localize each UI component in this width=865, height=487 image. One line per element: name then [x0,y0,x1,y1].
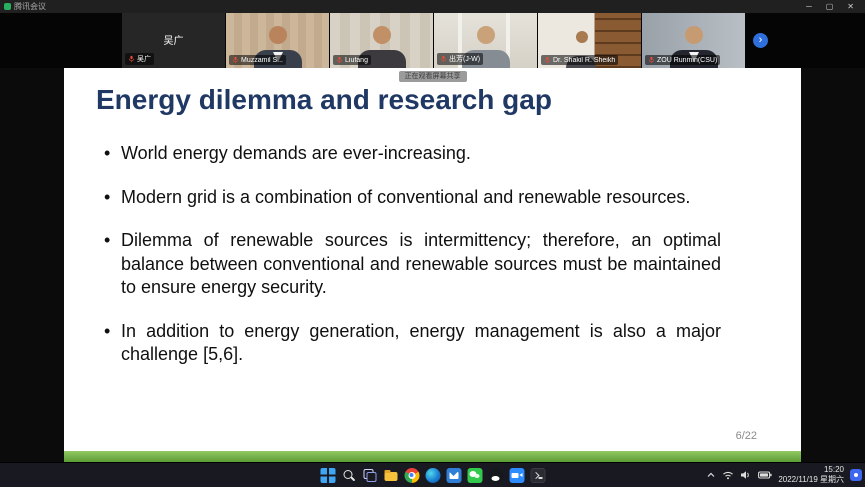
battery-icon[interactable] [758,470,772,480]
wechat-icon[interactable] [467,468,482,483]
participant-tile-2[interactable]: Muzzamil S... [226,13,329,68]
silhouette-head [477,26,495,44]
participant-name: Dr. Shakil R. Sheikh [553,57,615,64]
tray-expand-chevron-icon[interactable] [706,470,716,480]
search-icon[interactable] [341,468,356,483]
participant-name-label: 吴广 [125,53,154,65]
participant-name-label: ZOU Runmin(CSU) [645,55,720,65]
tencent-meeting-icon[interactable] [509,468,524,483]
participant-name: 吴广 [137,54,151,64]
minimize-button[interactable]: ─ [799,0,819,13]
bullet-item-4: In addition to energy generation, energy… [104,320,721,367]
maximize-button[interactable]: ▢ [819,0,841,13]
bullet-item-1: World energy demands are ever-increasing… [104,142,721,166]
tray-time: 15:20 [778,465,844,475]
participant-tile-4[interactable]: 出芳(J-W) [434,13,537,68]
meeting-app-window: 腾讯会议 ─ ▢ ✕ 吴广 吴广 Muzzamil S... [0,0,865,487]
slide-title: Energy dilemma and research gap [96,84,552,116]
participant-tile-5[interactable]: Dr. Shakil R. Sheikh [538,13,641,68]
mic-muted-icon [232,56,239,64]
slide-page-number: 6/22 [736,430,757,442]
mic-muted-icon [648,56,655,64]
terminal-icon[interactable] [530,468,545,483]
notification-badge[interactable] [850,469,862,481]
meeting-app-icon [4,3,11,10]
window-titlebar: 腾讯会议 ─ ▢ ✕ [0,0,865,13]
wifi-icon[interactable] [722,470,734,480]
share-banner[interactable]: 正在观看屏幕共享 [399,71,467,82]
participant-tile-6[interactable]: ZOU Runmin(CSU) [642,13,745,68]
file-explorer-icon[interactable] [383,468,398,483]
chrome-icon[interactable] [404,468,419,483]
silhouette-head [685,26,703,44]
window-controls: ─ ▢ ✕ [799,0,861,13]
start-icon[interactable] [320,468,335,483]
mic-muted-icon [544,56,551,64]
participant-name-label: Liufang [333,55,371,65]
slide-footer-bar [64,451,801,462]
presentation-slide: 正在观看屏幕共享 Energy dilemma and research gap… [64,68,801,462]
participant-name-label: 出芳(J-W) [437,53,483,65]
participant-name: ZOU Runmin(CSU) [657,57,717,64]
taskbar: 15:20 2022/11/19 星期六 [0,462,865,487]
shared-screen-area: 正在观看屏幕共享 Energy dilemma and research gap… [0,68,865,462]
titlebar-left: 腾讯会议 [4,1,46,12]
silhouette-head [576,31,588,43]
mic-muted-icon [128,55,135,63]
participant-tile-3[interactable]: Liufang [330,13,433,68]
participant-video-strip: 吴广 吴广 Muzzamil S... Liufang [0,13,865,68]
next-participants-button[interactable]: › [753,33,768,48]
participant-tile-1[interactable]: 吴广 吴广 [122,13,225,68]
taskbar-clock[interactable]: 15:20 2022/11/19 星期六 [778,465,844,486]
bullet-item-3: Dilemma of renewable sources is intermit… [104,229,721,300]
system-tray: 15:20 2022/11/19 星期六 [706,463,862,487]
volume-icon[interactable] [740,470,752,480]
participant-name-label: Dr. Shakil R. Sheikh [541,55,618,65]
participant-name-label: Muzzamil S... [229,55,286,65]
tray-date: 2022/11/19 星期六 [778,475,844,485]
task-view-icon[interactable] [362,468,377,483]
participant-name: Liufang [345,57,368,64]
silhouette-head [373,26,391,44]
edge-icon[interactable] [425,468,440,483]
participant-center-name: 吴广 [122,32,225,47]
participant-name: Muzzamil S... [241,57,283,64]
qq-icon[interactable] [488,468,503,483]
slide-bullet-list: World energy demands are ever-increasing… [104,142,721,387]
mic-muted-icon [336,56,343,64]
close-button[interactable]: ✕ [840,0,861,13]
taskbar-center-icons [320,463,545,487]
participant-name: 出芳(J-W) [449,54,480,64]
mail-icon[interactable] [446,468,461,483]
silhouette-head [269,26,287,44]
window-title: 腾讯会议 [14,1,46,12]
bullet-item-2: Modern grid is a combination of conventi… [104,186,721,210]
mic-muted-icon [440,55,447,63]
